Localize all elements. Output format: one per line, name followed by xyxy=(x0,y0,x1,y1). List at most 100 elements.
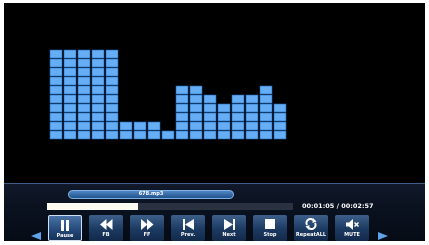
skip-previous-icon xyxy=(181,218,195,230)
visualizer-block xyxy=(91,130,105,140)
visualizer-block xyxy=(203,103,217,113)
visualizer-block xyxy=(133,130,147,140)
scroll-right-arrow[interactable] xyxy=(377,232,389,240)
pause-icon xyxy=(58,219,72,231)
visualizer-block xyxy=(259,130,273,140)
previous-button[interactable]: Prev. xyxy=(171,215,205,241)
fast-forward-button[interactable]: FF xyxy=(130,215,164,241)
fast-forward-icon xyxy=(140,218,154,230)
time-readout: 00:01:05 / 00:02:57 xyxy=(302,202,374,211)
visualizer-block xyxy=(189,103,203,113)
visualizer-block xyxy=(77,49,91,59)
visualizer-block xyxy=(63,121,77,131)
visualizer-block xyxy=(217,112,231,122)
visualizer-block xyxy=(217,130,231,140)
visualizer-block xyxy=(203,130,217,140)
stop-button[interactable]: Stop xyxy=(253,215,287,241)
visualizer-block xyxy=(231,121,245,131)
next-button[interactable]: Next xyxy=(212,215,246,241)
stop-button-label: Stop xyxy=(263,232,277,238)
visualizer-block xyxy=(231,94,245,104)
visualizer-block xyxy=(49,58,63,68)
visualizer-block xyxy=(203,94,217,104)
visualizer-block xyxy=(189,130,203,140)
visualizer-block xyxy=(49,76,63,86)
visualizer-block xyxy=(77,67,91,77)
visualizer-block xyxy=(63,130,77,140)
playback-control-panel: 678.mp3 00:01:05 / 00:02:57 Pause FB FF … xyxy=(4,183,425,241)
visualizer-block xyxy=(175,103,189,113)
visualizer-block xyxy=(49,103,63,113)
visualizer-block xyxy=(189,85,203,95)
visualizer-block xyxy=(105,112,119,122)
visualizer-block xyxy=(105,121,119,131)
visualizer-block xyxy=(175,121,189,131)
audio-visualizer xyxy=(49,49,287,140)
now-playing-filename: 678.mp3 xyxy=(138,191,164,197)
fast-forward-button-label: FF xyxy=(143,232,151,238)
now-playing-filename-bar: 678.mp3 xyxy=(68,190,234,199)
visualizer-block xyxy=(49,94,63,104)
media-player-screen: 678.mp3 00:01:05 / 00:02:57 Pause FB FF … xyxy=(4,3,425,241)
visualizer-block xyxy=(259,85,273,95)
visualizer-block xyxy=(63,76,77,86)
visualizer-block xyxy=(147,121,161,131)
visualizer-block xyxy=(63,58,77,68)
pause-button[interactable]: Pause xyxy=(48,215,82,241)
visualizer-block xyxy=(175,85,189,95)
visualizer-block xyxy=(273,103,287,113)
visualizer-block xyxy=(49,121,63,131)
current-time: 00:01:05 xyxy=(302,202,335,210)
visualizer-block xyxy=(105,130,119,140)
visualizer-block xyxy=(91,76,105,86)
visualizer-block xyxy=(105,58,119,68)
visualizer-block xyxy=(259,112,273,122)
visualizer-block xyxy=(77,58,91,68)
fast-backward-button[interactable]: FB xyxy=(89,215,123,241)
visualizer-block xyxy=(189,121,203,131)
skip-next-icon xyxy=(222,218,236,230)
visualizer-block xyxy=(105,67,119,77)
visualizer-block xyxy=(63,103,77,113)
visualizer-block xyxy=(77,130,91,140)
visualizer-block xyxy=(245,121,259,131)
visualizer-block xyxy=(245,94,259,104)
visualizer-block xyxy=(91,49,105,59)
visualizer-block xyxy=(105,49,119,59)
visualizer-block xyxy=(189,112,203,122)
visualizer-block xyxy=(259,103,273,113)
mute-button-label: MUTE xyxy=(344,232,360,238)
pause-button-label: Pause xyxy=(56,233,74,239)
repeat-icon xyxy=(304,218,318,230)
progress-bar[interactable] xyxy=(47,203,293,210)
visualizer-block xyxy=(91,121,105,131)
repeat-button-label: RepeatALL xyxy=(295,232,327,238)
control-buttons: Pause FB FF Prev. Next Stop RepeatALL MU… xyxy=(48,215,378,241)
visualizer-block xyxy=(105,85,119,95)
visualizer-block xyxy=(91,103,105,113)
visualizer-block xyxy=(105,103,119,113)
repeat-button[interactable]: RepeatALL xyxy=(294,215,328,241)
scroll-left-arrow[interactable] xyxy=(30,232,42,240)
visualizer-block xyxy=(161,130,175,140)
visualizer-block xyxy=(49,85,63,95)
visualizer-block xyxy=(273,130,287,140)
visualizer-block xyxy=(91,112,105,122)
visualizer-block xyxy=(63,67,77,77)
mute-button[interactable]: MUTE xyxy=(335,215,369,241)
visualizer-block xyxy=(63,112,77,122)
visualizer-block xyxy=(231,130,245,140)
visualizer-block xyxy=(259,121,273,131)
total-time: 00:02:57 xyxy=(341,202,374,210)
visualizer-block xyxy=(203,121,217,131)
fast-backward-button-label: FB xyxy=(102,232,110,238)
visualizer-block xyxy=(273,121,287,131)
visualizer-block xyxy=(91,85,105,95)
next-button-label: Next xyxy=(222,232,236,238)
visualizer-block xyxy=(49,49,63,59)
visualizer-block xyxy=(119,130,133,140)
visualizer-block xyxy=(273,112,287,122)
visualizer-block xyxy=(259,94,273,104)
visualizer-block xyxy=(245,103,259,113)
visualizer-block xyxy=(189,94,203,104)
